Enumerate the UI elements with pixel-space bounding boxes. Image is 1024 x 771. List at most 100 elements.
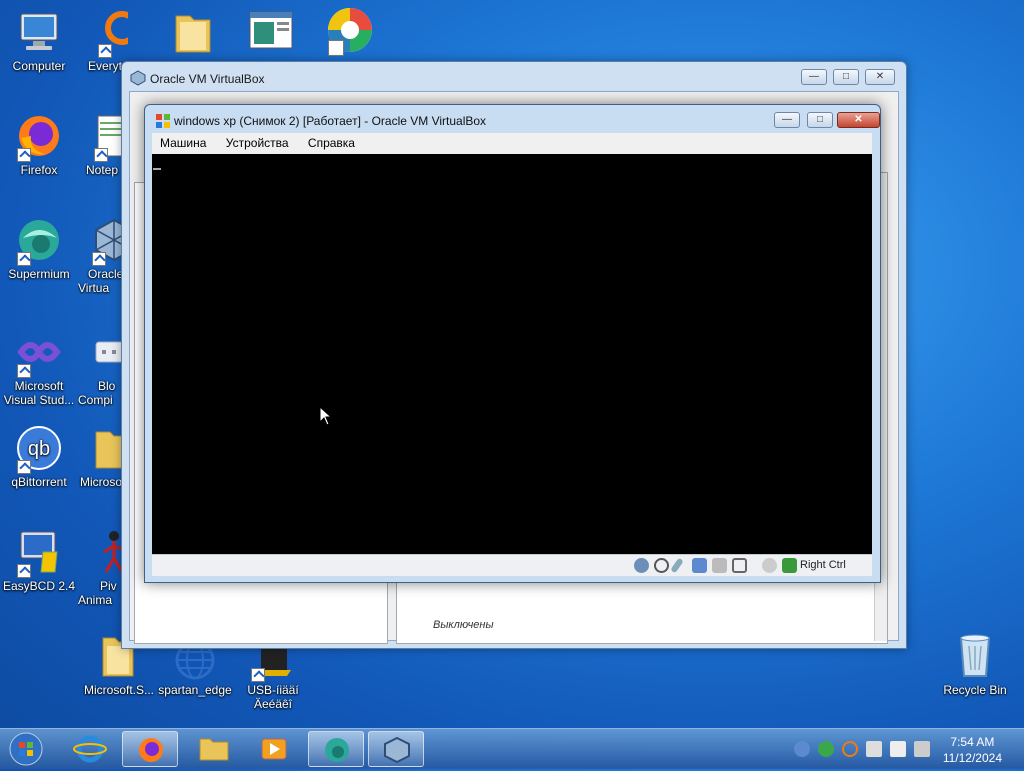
desktop-icon-label: Everyt [88,59,123,73]
close-button[interactable]: ✕ [865,69,895,85]
virtualbox-icon [130,70,146,86]
desktop-icon-label: USB-íiääí Äeéäêî [247,683,299,711]
desktop-icon-label: Blo Compi [78,379,116,407]
vm-window[interactable]: windows xp (Снимок 2) [Работает] - Oracl… [144,104,881,583]
svg-text:qb: qb [28,438,50,460]
host-key-label: Right Ctrl [800,559,846,571]
network-icon[interactable] [692,558,707,573]
shared-folder-icon[interactable] [712,558,727,573]
visual-studio-icon [15,328,63,378]
virtualbox-icon [90,216,121,266]
desktop-icon-label: Microso [80,475,121,489]
minimize-button[interactable]: — [774,112,800,128]
hard-disk-icon[interactable] [634,558,649,573]
shortcut-arrow-icon [17,460,31,474]
picasa-icon[interactable] [326,6,374,56]
desktop-icon-computer[interactable]: Computer [0,8,78,73]
taskbar-virtualbox-button[interactable] [368,731,424,767]
clock-time: 7:54 AM [950,735,995,749]
windows-xp-icon [156,114,170,128]
desktop-icon-label: Recycle Bin [943,683,1007,697]
minimize-button[interactable]: — [801,69,827,85]
maximize-button[interactable]: □ [833,69,859,85]
supermium-icon [15,216,63,266]
computer-icon [15,8,63,56]
volume-muted-icon[interactable] [914,741,930,757]
desktop-icon-visual-studio[interactable]: Microsoft Visual Stud... [0,328,78,407]
everything-tray-icon[interactable] [842,741,858,757]
flag-tray-icon[interactable] [890,741,906,757]
shortcut-arrow-icon [17,148,31,162]
desktop-icon-notepad[interactable]: Notep [78,112,121,177]
desktop-icon-easybcd[interactable]: EasyBCD 2.4 [0,528,78,593]
desktop-icon-firefox[interactable]: Firefox [0,112,78,177]
clock[interactable]: 7:54 AM 11/12/2024 [943,734,1002,766]
menu-machine[interactable]: Машина [152,133,214,153]
qbittorrent-icon: qb [15,424,63,474]
window-title: windows xp (Снимок 2) [Работает] - Oracl… [174,114,487,128]
taskbar-media-button[interactable] [246,731,302,767]
recycle-bin-icon [951,632,999,680]
firefox-icon [15,112,63,162]
notepad-icon [92,112,121,162]
qbittorrent-tray-icon[interactable] [794,741,810,757]
shortcut-arrow-icon [94,148,108,162]
desktop-icon-label: EasyBCD 2.4 [2,579,76,593]
desktop-icon-label: Firefox [20,163,58,177]
desktop-icon-microsoft-folder[interactable]: Microso [78,424,121,489]
easybcd-icon [15,528,63,578]
desktop-icon-label: Notep [86,163,119,177]
desktop-icon-everything[interactable]: Everyt [78,8,128,73]
desktop-icon-supermium[interactable]: Supermium [0,216,78,281]
shortcut-arrow-icon [17,364,31,378]
shortcut-arrow-icon [251,668,265,682]
shortcut-arrow-icon [92,252,106,266]
desktop-icon-recycle-bin[interactable]: Recycle Bin [936,632,1014,697]
shortcut-arrow-icon [328,40,344,56]
vm-menubar: Машина Устройства Справка [152,133,872,154]
text-cursor [153,168,161,170]
taskbar-explorer-button[interactable] [186,731,242,767]
desktop-icon-label: Supermium [8,267,70,281]
devices-tray-icon[interactable] [866,741,882,757]
vm-display[interactable] [152,154,872,554]
folder-icon [92,424,121,472]
clock-date: 11/12/2024 [942,751,1002,765]
stickman-icon [92,528,121,576]
taskbar: 7:54 AM 11/12/2024 [0,728,1024,769]
taskbar-ie-button[interactable] [62,731,118,767]
shortcut-arrow-icon [17,252,31,266]
taskbar-supermium-button[interactable] [308,731,364,767]
mouse-integration-icon[interactable] [762,558,777,573]
window-title: Oracle VM VirtualBox [150,72,265,86]
desktop-icon-blob[interactable]: Blo Compi [78,328,121,407]
window-app-icon[interactable] [248,10,296,54]
everything-icon [96,8,128,58]
close-button[interactable]: ✕ [837,112,880,128]
desktop-icon-pivot-animator[interactable]: Piv Anima [78,528,121,607]
usb-icon[interactable] [670,557,684,574]
shortcut-arrow-icon [98,44,112,58]
desktop-icon-label: spartan_edge [158,683,232,697]
desktop-icon-qbittorrent[interactable]: qb qBittorrent [0,424,78,489]
folder-icon[interactable] [170,6,218,56]
start-button[interactable] [6,731,46,767]
desktop-icon-label: Microsoft.S... [83,683,154,697]
vm-state-text: Выключены [433,619,494,631]
network-tray-icon[interactable] [818,741,834,757]
desktop-icon-label: qBittorrent [11,475,67,489]
vm-statusbar: Right Ctrl [152,554,872,576]
app-icon [92,328,121,376]
host-key-icon[interactable] [782,558,797,573]
optical-drive-icon[interactable] [654,558,669,573]
menu-help[interactable]: Справка [300,133,363,153]
desktop-icon-label: Microsoft Visual Stud... [3,379,75,407]
desktop-icon-oracle-virtualbox[interactable]: Oracle Virtua [78,216,121,295]
display-icon[interactable] [732,558,747,573]
maximize-button[interactable]: □ [807,112,833,128]
desktop-icon-label: Oracle Virtua [78,267,121,295]
taskbar-firefox-button[interactable] [122,731,178,767]
shortcut-arrow-icon [17,564,31,578]
menu-devices[interactable]: Устройства [218,133,297,153]
mouse-pointer-icon [319,406,333,426]
